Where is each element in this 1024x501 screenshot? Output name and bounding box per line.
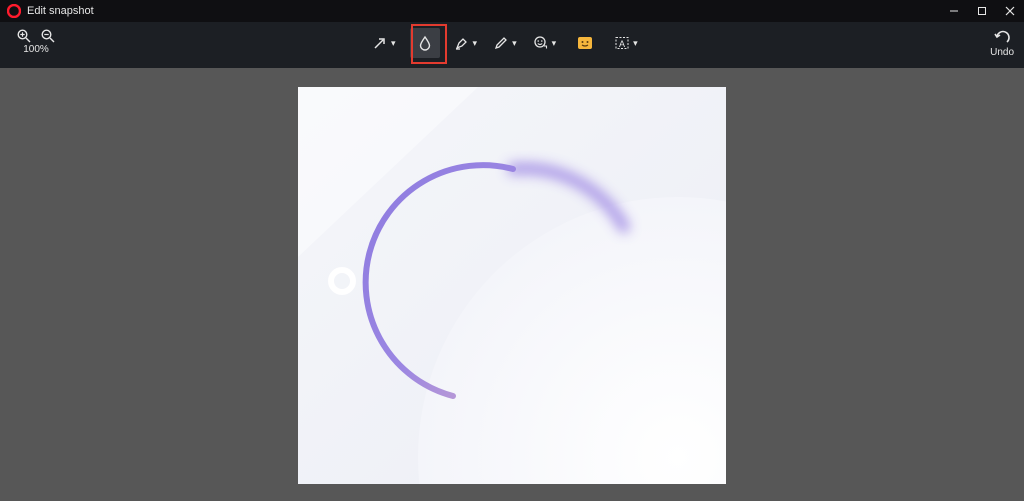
svg-text:A: A [619, 39, 625, 49]
app-icon [7, 4, 21, 18]
emoji-icon [533, 35, 549, 51]
sticker-icon [576, 34, 594, 52]
chevron-down-icon: ▾ [633, 38, 638, 49]
title-bar: Edit snapshot [0, 0, 1024, 22]
highlighter-icon [454, 35, 470, 51]
arrow-tool[interactable]: ▾ [370, 28, 398, 58]
canvas-content [298, 87, 726, 484]
zoom-group: 100% [16, 28, 56, 55]
close-button[interactable] [996, 0, 1024, 22]
arrow-icon [372, 35, 388, 51]
sticker-tool[interactable] [570, 28, 600, 58]
zoom-level-label: 100% [23, 44, 49, 55]
editor-toolbar: 100% ▾ ▾ ▾ [0, 22, 1024, 68]
undo-icon [993, 30, 1011, 46]
tool-buttons: ▾ ▾ ▾ [370, 28, 640, 58]
undo-group[interactable]: Undo [990, 30, 1014, 58]
droplet-icon [417, 35, 433, 51]
highlighter-tool[interactable]: ▾ [452, 28, 480, 58]
zoom-in-icon[interactable] [16, 28, 32, 44]
blur-tool[interactable] [410, 28, 440, 58]
image-canvas[interactable] [298, 87, 726, 484]
text-icon: A [614, 35, 630, 51]
emoji-tool[interactable]: ▾ [531, 28, 559, 58]
pencil-icon [493, 35, 509, 51]
chevron-down-icon: ▾ [391, 38, 396, 49]
chevron-down-icon: ▾ [552, 38, 557, 49]
chevron-down-icon: ▾ [473, 38, 478, 49]
zoom-out-icon[interactable] [40, 28, 56, 44]
minimize-button[interactable] [940, 0, 968, 22]
chevron-down-icon: ▾ [512, 38, 517, 49]
text-tool[interactable]: A ▾ [612, 28, 640, 58]
pencil-tool[interactable]: ▾ [491, 28, 519, 58]
maximize-button[interactable] [968, 0, 996, 22]
undo-label: Undo [990, 47, 1014, 58]
canvas-area [0, 68, 1024, 501]
window-title: Edit snapshot [27, 5, 94, 17]
